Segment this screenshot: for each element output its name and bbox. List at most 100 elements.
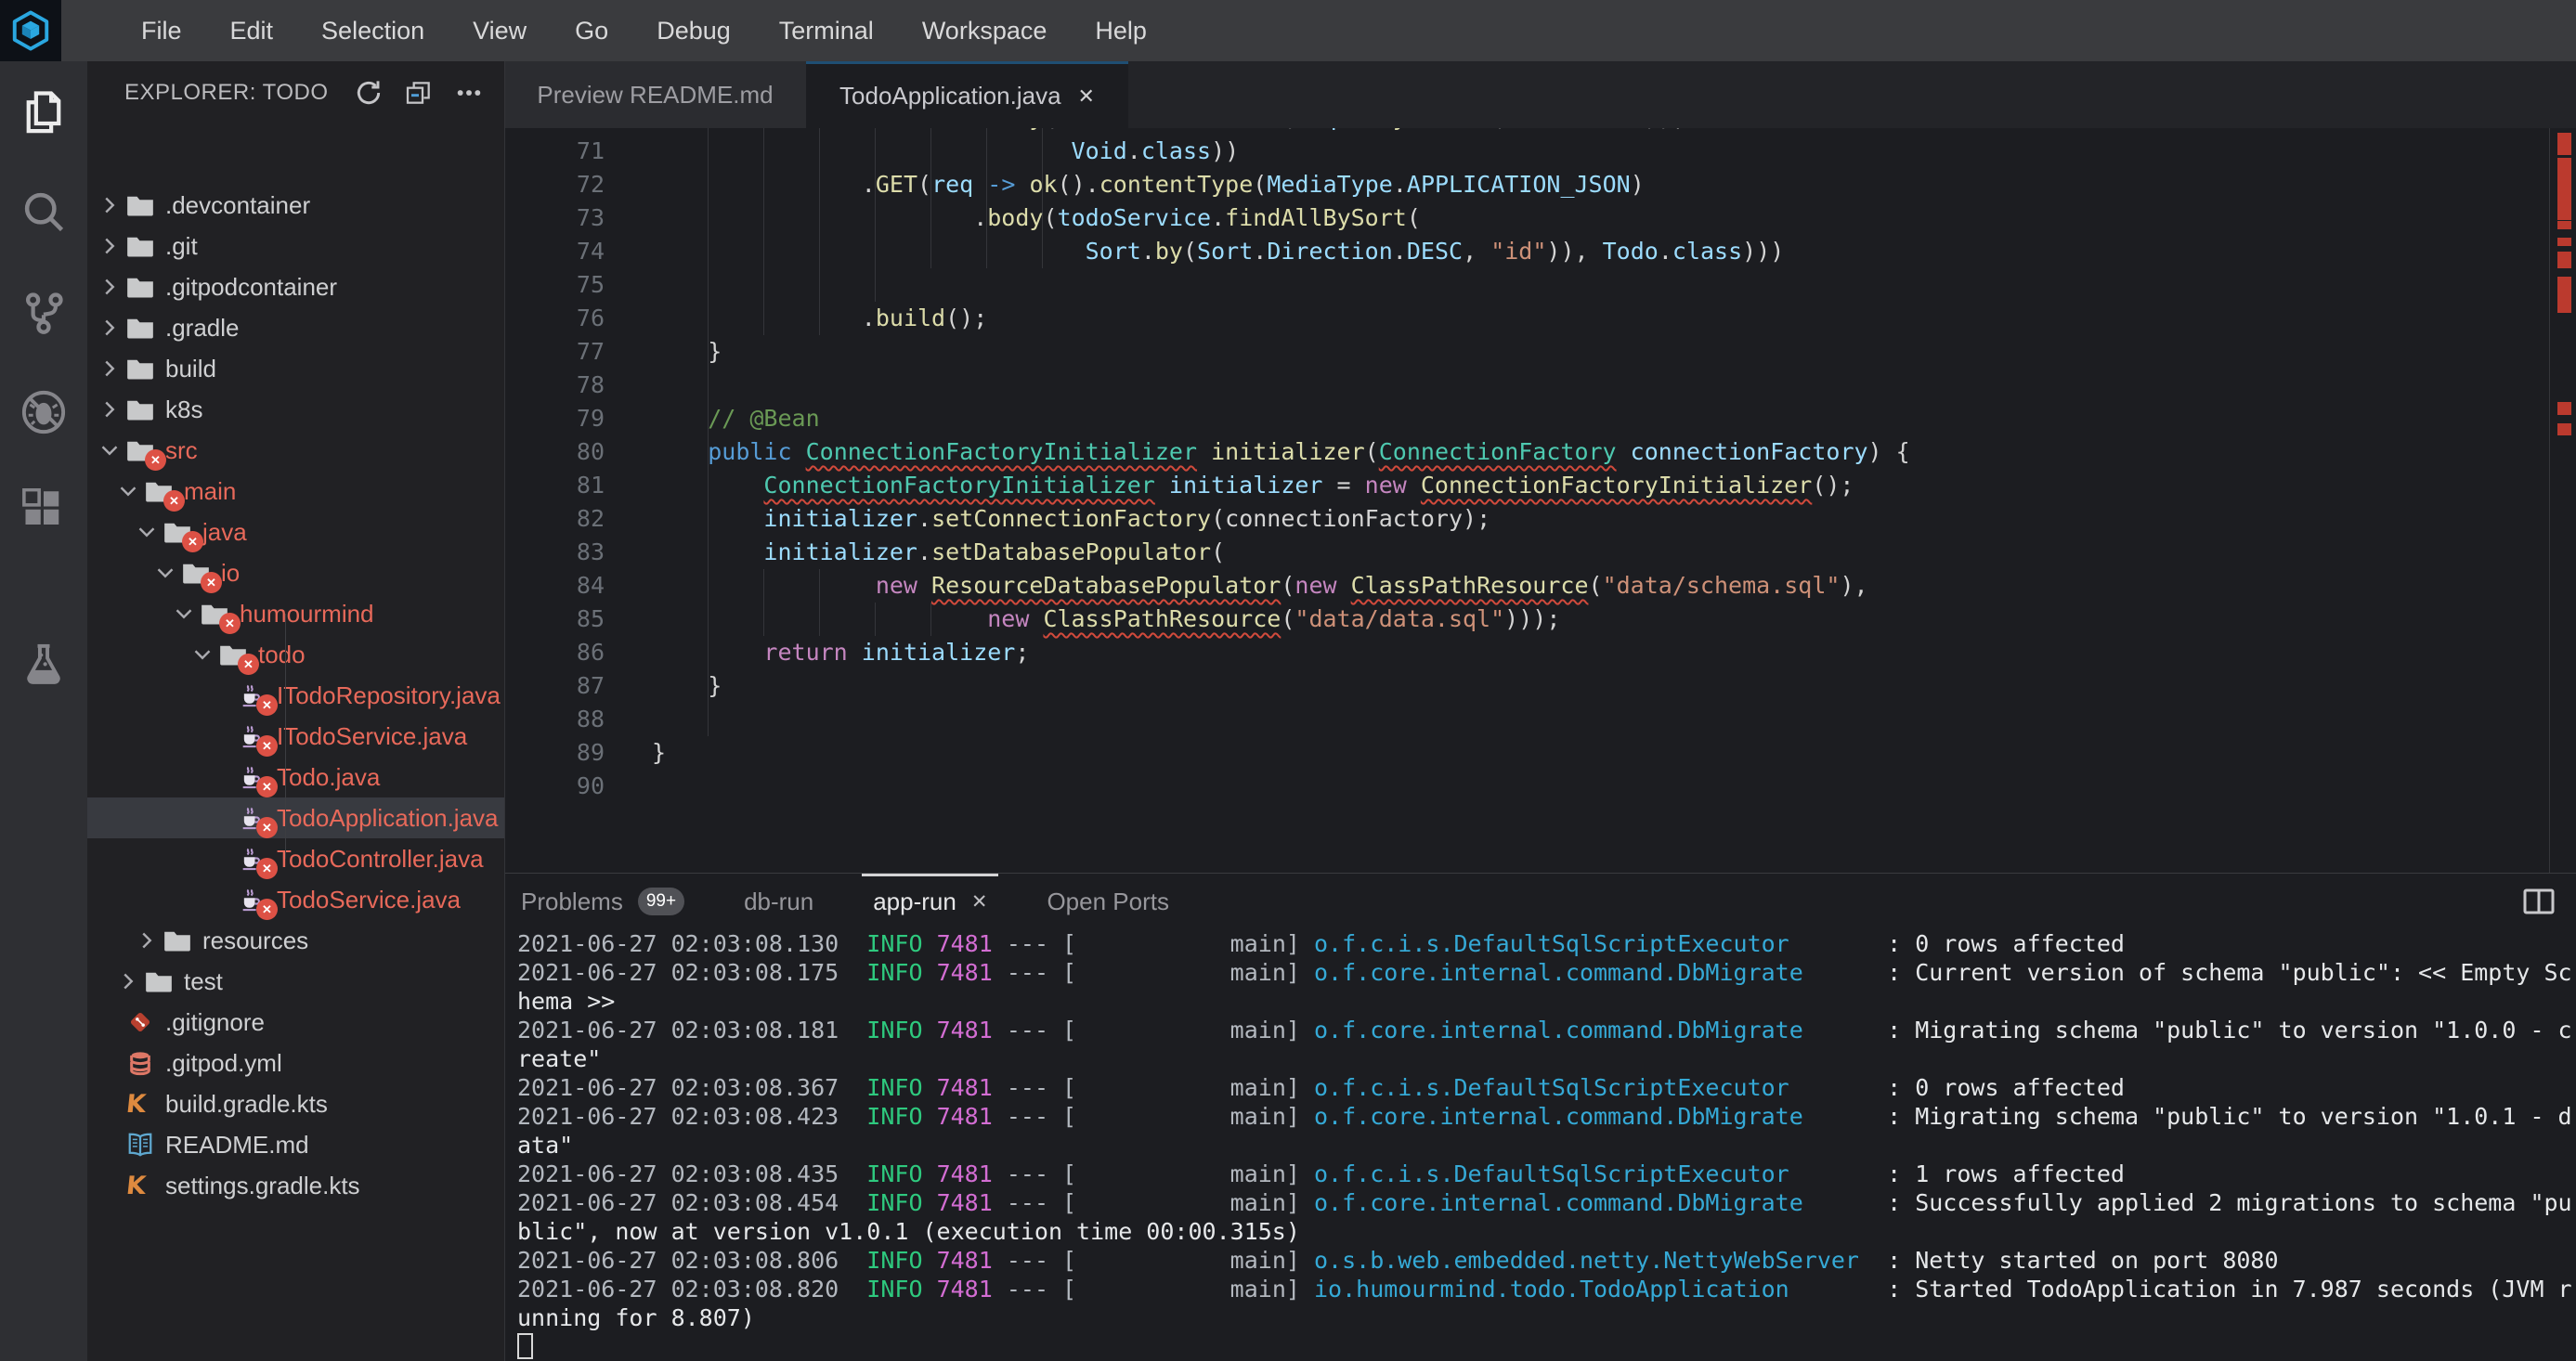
files-icon[interactable] (0, 61, 87, 162)
panel-tab-db-run[interactable]: db-run (744, 874, 813, 929)
line-number: 80 (504, 435, 605, 469)
code-line-81: 81 ConnectionFactoryInitializer initiali… (504, 469, 2550, 502)
overview-ruler (2549, 128, 2576, 873)
chevron-right-icon[interactable] (98, 276, 123, 298)
tree-item-test[interactable]: test (87, 961, 504, 1002)
chevron-right-icon[interactable] (117, 970, 141, 992)
panel-tab-problems[interactable]: Problems99+ (521, 874, 684, 929)
tree-item-.gitpod.yml[interactable]: .gitpod.yml (87, 1043, 504, 1083)
menu-terminal[interactable]: Terminal (755, 0, 898, 61)
tree-item-.gitignore[interactable]: .gitignore (87, 1002, 504, 1043)
chevron-right-icon[interactable] (98, 398, 123, 421)
error-mark (2557, 423, 2571, 435)
chevron-down-icon[interactable] (117, 480, 141, 502)
error-mark (2557, 133, 2571, 155)
tab-label: Preview README.md (537, 81, 773, 110)
code-line-84: 84 new ResourceDatabasePopulator(new Cla… (504, 569, 2550, 603)
chevron-right-icon[interactable] (98, 317, 123, 339)
tree-item-readme.md[interactable]: README.md (87, 1124, 504, 1165)
split-panel-icon[interactable] (2522, 887, 2556, 921)
chevron-down-icon[interactable] (154, 562, 178, 584)
chevron-right-icon[interactable] (136, 929, 160, 952)
panel-tabbar: Problems99+ db-run app-run✕ Open Ports (504, 874, 2576, 929)
chevron-down-icon[interactable] (98, 439, 123, 461)
menu-go[interactable]: Go (551, 0, 632, 61)
refresh-icon[interactable] (354, 78, 384, 108)
panel-tab-open-ports[interactable]: Open Ports (1047, 874, 1169, 929)
tab-todoapplication.java[interactable]: TodoApplication.java✕ (806, 61, 1128, 128)
tree-item-.gradle[interactable]: .gradle (87, 307, 504, 348)
folder-icon (126, 273, 158, 301)
chevron-down-icon[interactable] (191, 643, 215, 666)
tree-item-settings.gradle.kts[interactable]: Ksettings.gradle.kts (87, 1165, 504, 1206)
line-number: 73 (504, 201, 605, 235)
folder-icon (126, 232, 158, 260)
tree-item-k8s[interactable]: k8s (87, 389, 504, 430)
tree-item-.devcontainer[interactable]: .devcontainer (87, 185, 504, 226)
collapse-all-icon[interactable] (404, 78, 434, 108)
panel-tab-label: Open Ports (1047, 888, 1169, 916)
tree-item-label: TodoService.java (277, 886, 461, 914)
chevron-down-icon[interactable] (136, 521, 160, 543)
tree-item-todo[interactable]: ✕todo (87, 634, 504, 675)
menu-view[interactable]: View (449, 0, 551, 61)
tree-item-label: k8s (165, 395, 202, 424)
line-number: 90 (504, 770, 605, 803)
java-file-icon: ✕ (238, 804, 269, 832)
menu-debug[interactable]: Debug (632, 0, 755, 61)
menu-selection[interactable]: Selection (297, 0, 449, 61)
tree-item-build[interactable]: build (87, 348, 504, 389)
line-number: 82 (504, 502, 605, 536)
tree-item-humourmind[interactable]: ✕humourmind (87, 593, 504, 634)
chevron-down-icon[interactable] (173, 603, 197, 625)
line-number: 79 (504, 402, 605, 435)
extensions-icon[interactable] (0, 462, 87, 563)
tree-item-label: java (202, 518, 247, 547)
tree-item-.gitpodcontainer[interactable]: .gitpodcontainer (87, 266, 504, 307)
tree-item-todoapplication.java[interactable]: ✕TodoApplication.java (87, 797, 504, 838)
tree-item-src[interactable]: ✕src (87, 430, 504, 471)
terminal-output[interactable]: 2021-06-27 02:03:08.130 INFO 7481 --- [ … (517, 929, 2576, 1361)
search-icon[interactable] (0, 162, 87, 262)
tree-item-io[interactable]: ✕io (87, 552, 504, 593)
more-actions-icon[interactable] (454, 78, 484, 108)
source-control-icon[interactable] (0, 262, 87, 362)
tree-item-itodorepository.java[interactable]: ✕ITodoRepository.java (87, 675, 504, 716)
close-icon[interactable]: ✕ (1078, 84, 1095, 109)
chevron-right-icon[interactable] (98, 357, 123, 380)
tree-item-.git[interactable]: .git (87, 226, 504, 266)
explorer-header: EXPLORER: TODO (87, 61, 504, 123)
menu-help[interactable]: Help (1071, 0, 1171, 61)
tree-item-todoservice.java[interactable]: ✕TodoService.java (87, 879, 504, 920)
chevron-right-icon[interactable] (98, 194, 123, 216)
debug-disabled-icon[interactable] (0, 362, 87, 462)
menubar: FileEditSelectionViewGoDebugTerminalWork… (0, 0, 2576, 61)
tree-item-resources[interactable]: resources (87, 920, 504, 961)
code-line-75: 75 (504, 268, 2550, 302)
terminal-cursor (517, 1333, 533, 1359)
tree-item-label: TodoController.java (277, 845, 484, 874)
explorer-title: EXPLORER: TODO (124, 80, 354, 106)
gitpod-logo-icon[interactable] (0, 0, 61, 61)
code-editor[interactable]: 70 .body(todoService.save(req.bodyToMono… (504, 128, 2576, 873)
close-icon[interactable]: ✕ (971, 890, 988, 914)
tree-item-main[interactable]: ✕main (87, 471, 504, 512)
line-number: 70 (504, 128, 605, 135)
menu-workspace[interactable]: Workspace (898, 0, 1072, 61)
test-flask-icon[interactable] (0, 616, 87, 716)
tree-item-todocontroller.java[interactable]: ✕TodoController.java (87, 838, 504, 879)
tree-item-build.gradle.kts[interactable]: Kbuild.gradle.kts (87, 1083, 504, 1124)
tree-item-todo.java[interactable]: ✕Todo.java (87, 757, 504, 797)
tree-item-itodoservice.java[interactable]: ✕ITodoService.java (87, 716, 504, 757)
error-badge: ✕ (145, 449, 166, 471)
chevron-right-icon[interactable] (98, 235, 123, 257)
line-number: 87 (504, 669, 605, 703)
menu-edit[interactable]: Edit (206, 0, 298, 61)
error-mark (2557, 238, 2571, 246)
panel-tab-app-run[interactable]: app-run✕ (873, 874, 987, 929)
menu-file[interactable]: File (117, 0, 206, 61)
tab-preview-readme.md[interactable]: Preview README.md (504, 61, 806, 128)
java-file-icon: ✕ (238, 681, 269, 709)
tree-item-java[interactable]: ✕java (87, 512, 504, 552)
folder-icon (126, 355, 158, 382)
